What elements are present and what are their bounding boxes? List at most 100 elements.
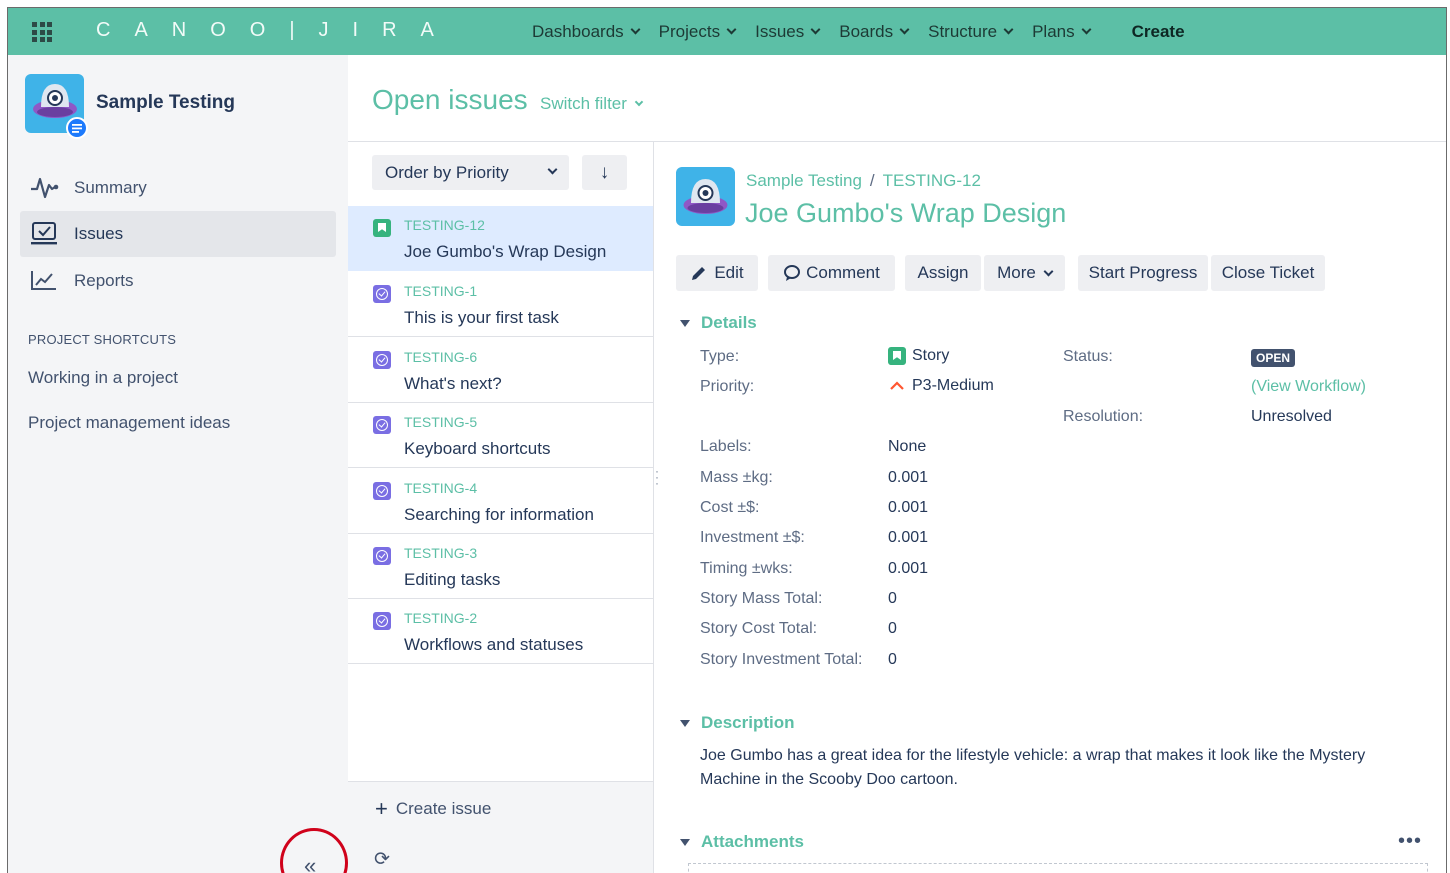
nav-boards-label: Boards (839, 21, 894, 41)
list-item[interactable]: TESTING-3 Editing tasks (348, 534, 653, 599)
description-heading: Description (701, 713, 795, 732)
edit-button[interactable]: Edit (676, 255, 758, 291)
breadcrumb-issue-key[interactable]: TESTING-12 (883, 171, 981, 191)
type-label: Type: (700, 348, 740, 365)
activity-icon (31, 177, 59, 199)
comment-label: Comment (806, 263, 880, 282)
list-item[interactable]: TESTING-1 This is your first task (348, 272, 653, 337)
assign-button[interactable]: Assign (905, 255, 981, 291)
app-switcher-icon[interactable] (32, 22, 52, 42)
cost-label: Cost ±$: (700, 499, 760, 516)
story-cost-total-value: 0 (888, 620, 897, 637)
list-item[interactable]: TESTING-12 Joe Gumbo's Wrap Design (348, 206, 653, 271)
issue-key: TESTING-3 (404, 545, 478, 561)
sidebar-item-summary[interactable]: Summary (20, 165, 336, 211)
task-icon (373, 416, 391, 434)
task-icon (373, 612, 391, 630)
nav-issues[interactable]: Issues (755, 22, 821, 42)
nav-structure[interactable]: Structure (928, 22, 1014, 42)
more-button[interactable]: More (984, 255, 1065, 291)
priority-value-text: P3-Medium (912, 377, 994, 394)
sidebar-item-label: Summary (74, 178, 147, 197)
more-label: More (997, 263, 1036, 282)
switch-filter-label: Switch filter (540, 94, 627, 113)
shortcut-project-management-ideas[interactable]: Project management ideas (28, 413, 230, 433)
issue-key: TESTING-1 (404, 283, 478, 299)
view-workflow-link[interactable]: (View Workflow) (1251, 378, 1366, 396)
priority-medium-icon (890, 381, 904, 390)
create-button[interactable]: Create (1132, 22, 1185, 42)
list-item[interactable]: TESTING-6 What's next? (348, 338, 653, 403)
issue-summary: What's next? (404, 374, 502, 393)
chevron-down-icon (899, 24, 910, 34)
type-value-text: Story (912, 347, 950, 364)
breadcrumb-project[interactable]: Sample Testing (746, 171, 862, 191)
comment-icon (784, 265, 801, 281)
description-section-toggle[interactable]: Description (680, 713, 795, 733)
project-avatar[interactable] (25, 74, 88, 139)
story-cost-total-label: Story Cost Total: (700, 620, 818, 637)
issue-description[interactable]: Joe Gumbo has a great idea for the lifes… (700, 744, 1380, 792)
attachments-more-icon[interactable]: ••• (1398, 830, 1422, 853)
caret-down-icon (680, 719, 690, 727)
list-item[interactable]: TESTING-4 Searching for information (348, 469, 653, 534)
investment-label: Investment ±$: (700, 529, 805, 546)
reports-icon (31, 271, 56, 290)
issue-summary: Workflows and statuses (404, 635, 584, 654)
nav-boards[interactable]: Boards (839, 21, 910, 42)
sort-direction-button[interactable]: ↓ (582, 155, 627, 190)
nav-dashboards[interactable]: Dashboards (532, 22, 641, 42)
start-progress-button[interactable]: Start Progress (1078, 255, 1208, 291)
app-frame: CANOO|JIRA Dashboards Projects Issues Bo… (7, 7, 1447, 873)
pane-divider (653, 142, 654, 873)
list-item[interactable]: TESTING-5 Keyboard shortcuts (348, 403, 653, 468)
chevron-down-icon (630, 24, 641, 34)
mass-value: 0.001 (888, 469, 929, 486)
project-name[interactable]: Sample Testing (96, 92, 235, 114)
shortcut-working-in-project[interactable]: Working in a project (28, 368, 178, 388)
project-sidebar: Sample Testing Summary Issues Reports PR… (8, 55, 348, 873)
issue-summary: Editing tasks (404, 570, 501, 589)
issue-summary: Searching for information (404, 505, 594, 524)
edit-label: Edit (714, 263, 744, 282)
sidebar-item-reports[interactable]: Reports (20, 258, 336, 304)
nav-plans[interactable]: Plans (1032, 21, 1092, 42)
sidebar-item-label: Reports (74, 271, 134, 290)
logo[interactable]: CANOO|JIRA (96, 19, 458, 42)
list-item[interactable]: TESTING-2 Workflows and statuses (348, 599, 653, 664)
collapse-sidebar-button[interactable]: « (304, 853, 316, 873)
chevron-down-icon (726, 24, 737, 34)
nav-projects[interactable]: Projects (659, 22, 737, 42)
breadcrumb: Sample Testing / TESTING-12 (746, 171, 981, 191)
issue-project-avatar (676, 167, 735, 226)
issue-summary: Keyboard shortcuts (404, 439, 551, 458)
resolution-value: Unresolved (1251, 408, 1332, 425)
refresh-icon[interactable]: ⟳ (374, 848, 390, 871)
issue-title: Joe Gumbo's Wrap Design (745, 198, 1067, 228)
details-section-toggle[interactable]: Details (680, 313, 757, 333)
attachments-dropzone[interactable] (688, 863, 1428, 873)
resize-handle[interactable]: · · · (655, 465, 659, 489)
story-icon (373, 219, 391, 237)
issue-key: TESTING-4 (404, 480, 478, 496)
story-mass-total-value: 0 (888, 590, 897, 607)
chevron-down-icon (810, 24, 821, 34)
issues-icon (31, 222, 57, 245)
attachments-section-toggle[interactable]: Attachments (680, 832, 804, 852)
top-navigation: CANOO|JIRA Dashboards Projects Issues Bo… (8, 8, 1446, 55)
create-issue-button[interactable]: + Create issue (348, 781, 653, 836)
sidebar-item-issues[interactable]: Issues (20, 211, 336, 257)
timing-value: 0.001 (888, 560, 929, 577)
close-ticket-button[interactable]: Close Ticket (1211, 255, 1325, 291)
switch-filter-button[interactable]: Switch filter (540, 94, 644, 114)
issue-key: TESTING-2 (404, 610, 478, 626)
nav-plans-label: Plans (1032, 21, 1075, 41)
mass-label: Mass ±kg: (700, 469, 773, 486)
assign-label: Assign (917, 263, 969, 282)
priority-label: Priority: (700, 378, 755, 395)
attachments-heading: Attachments (701, 832, 804, 851)
arrow-down-icon: ↓ (599, 161, 610, 183)
comment-button[interactable]: Comment (768, 255, 895, 291)
timing-label: Timing ±wks: (700, 560, 793, 577)
order-by-dropdown[interactable]: Order by Priority (372, 155, 569, 190)
